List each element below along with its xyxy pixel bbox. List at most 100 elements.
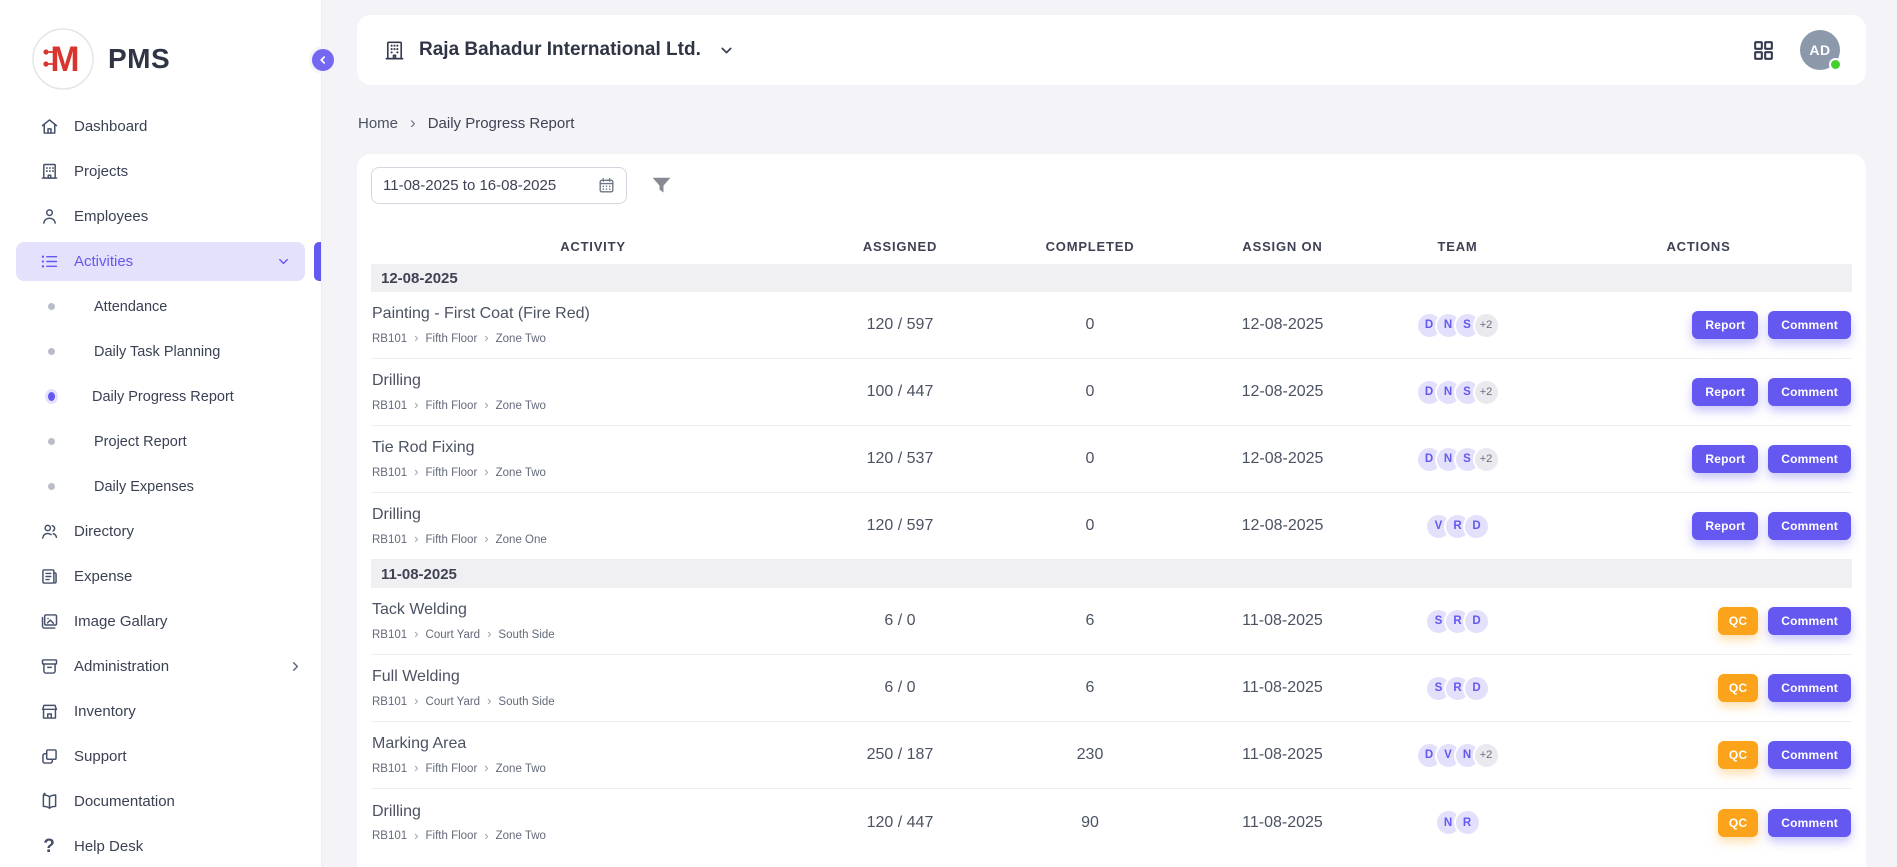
sidebar-item-support[interactable]: Support [0,734,321,779]
path-separator-icon: › [484,761,488,774]
office-building-icon [383,39,406,62]
path-segment: Fifth Floor [426,763,478,775]
path-separator-icon: › [487,694,491,707]
assign-on-date: 12-08-2025 [1195,450,1370,468]
team-overflow-badge[interactable]: +2 [1473,742,1500,769]
sidebar: M PMS DashboardProjectsEmployeesActiviti… [0,0,322,867]
comment-button[interactable]: Comment [1768,674,1851,702]
comment-button[interactable]: Comment [1768,607,1851,635]
report-button[interactable]: Report [1692,378,1758,406]
column-header-actions: ACTIONS [1545,239,1852,254]
team-cell: DNS+2 [1370,446,1545,473]
path-separator-icon: › [414,694,418,707]
sidebar-item-activities[interactable]: Activities [0,239,321,284]
sidebar-item-employees[interactable]: Employees [0,194,321,239]
completed-value: 0 [985,450,1195,468]
expense-icon [39,566,60,587]
qc-button[interactable]: QC [1718,607,1758,635]
apps-grid-button[interactable] [1751,38,1776,63]
comment-button[interactable]: Comment [1768,741,1851,769]
projects-icon [39,161,60,182]
column-header-activity: ACTIVITY [371,239,815,254]
column-header-team: TEAM [1370,239,1545,254]
team-avatar[interactable]: D [1463,675,1490,702]
report-button[interactable]: Report [1692,445,1758,473]
team-cell: DNS+2 [1370,312,1545,339]
comment-button[interactable]: Comment [1768,378,1851,406]
table-row: Tack WeldingRB101›Court Yard›South Side 6… [371,588,1852,655]
sidebar-item-help-desk[interactable]: ?Help Desk [0,824,321,867]
path-segment: Zone Two [496,467,546,479]
assigned-value: 6 / 0 [815,679,985,697]
header-actions: AD [1751,30,1840,70]
activity-title: Full Welding [372,668,815,686]
filter-button[interactable] [649,173,674,198]
bullet-icon [48,348,55,355]
team-avatar[interactable]: D [1463,513,1490,540]
team-cell: NR [1370,809,1545,836]
table-row: Marking AreaRB101›Fifth Floor›Zone Two25… [371,722,1852,789]
sidebar-subitem-daily-task-planning[interactable]: Daily Task Planning [0,329,321,374]
comment-button[interactable]: Comment [1768,445,1851,473]
path-separator-icon: › [484,532,488,545]
team-overflow-badge[interactable]: +2 [1473,446,1500,473]
breadcrumb-home-link[interactable]: Home [358,115,398,132]
actions-cell: QC Comment [1545,607,1852,635]
actions-cell: Report Comment [1545,311,1852,339]
assign-on-date: 12-08-2025 [1195,316,1370,334]
online-status-dot [1829,58,1842,71]
actions-cell: QC Comment [1545,809,1852,837]
team-avatar[interactable]: D [1463,608,1490,635]
activity-cell: Marking AreaRB101›Fifth Floor›Zone Two [371,735,815,775]
company-selector[interactable]: Raja Bahadur International Ltd. [383,39,735,62]
sidebar-item-label: Administration [74,658,274,675]
breadcrumb: Home › Daily Progress Report [358,115,1866,132]
user-avatar[interactable]: AD [1800,30,1840,70]
activity-title: Marking Area [372,735,815,753]
path-segment: Zone Two [496,333,546,345]
path-segment: RB101 [372,696,407,708]
activity-path: RB101›Fifth Floor›Zone Two [372,399,815,412]
sidebar-subitem-daily-progress-report[interactable]: Daily Progress Report [0,374,321,419]
path-segment: Zone One [496,534,547,546]
activity-cell: DrillingRB101›Fifth Floor›Zone Two [371,372,815,412]
qc-button[interactable]: QC [1718,809,1758,837]
sidebar-item-dashboard[interactable]: Dashboard [0,104,321,149]
path-separator-icon: › [414,331,418,344]
date-range-input[interactable]: 11-08-2025 to 16-08-2025 [371,167,627,204]
qc-button[interactable]: QC [1718,741,1758,769]
comment-button[interactable]: Comment [1768,311,1851,339]
column-header-assign-on: ASSIGN ON [1195,239,1370,254]
assigned-value: 100 / 447 [815,383,985,401]
sidebar-item-administration[interactable]: Administration [0,644,321,689]
team-overflow-badge[interactable]: +2 [1473,379,1500,406]
report-button[interactable]: Report [1692,512,1758,540]
comment-button[interactable]: Comment [1768,809,1851,837]
sidebar-subitem-project-report[interactable]: Project Report [0,419,321,464]
completed-value: 6 [985,612,1195,630]
team-avatar[interactable]: R [1454,809,1481,836]
report-button[interactable]: Report [1692,311,1758,339]
sidebar-item-label: Image Gallary [74,613,303,630]
date-group-header: 12-08-2025 [371,264,1852,292]
comment-button[interactable]: Comment [1768,512,1851,540]
assign-on-date: 11-08-2025 [1195,746,1370,764]
actions-cell: QC Comment [1545,741,1852,769]
sidebar-item-directory[interactable]: Directory [0,509,321,554]
filter-row: 11-08-2025 to 16-08-2025 [371,167,1852,204]
active-edge-indicator [314,242,321,281]
team-cell: SRD [1370,608,1545,635]
activity-cell: Tack WeldingRB101›Court Yard›South Side [371,601,815,641]
sidebar-subitem-attendance[interactable]: Attendance [0,284,321,329]
actions-cell: Report Comment [1545,512,1852,540]
sidebar-collapse-button[interactable] [309,46,337,74]
qc-button[interactable]: QC [1718,674,1758,702]
sidebar-item-expense[interactable]: Expense [0,554,321,599]
sidebar-subitem-daily-expenses[interactable]: Daily Expenses [0,464,321,509]
sidebar-item-projects[interactable]: Projects [0,149,321,194]
assign-on-date: 11-08-2025 [1195,612,1370,630]
sidebar-item-inventory[interactable]: Inventory [0,689,321,734]
sidebar-item-documentation[interactable]: Documentation [0,779,321,824]
team-overflow-badge[interactable]: +2 [1473,312,1500,339]
sidebar-item-image-gallary[interactable]: Image Gallary [0,599,321,644]
